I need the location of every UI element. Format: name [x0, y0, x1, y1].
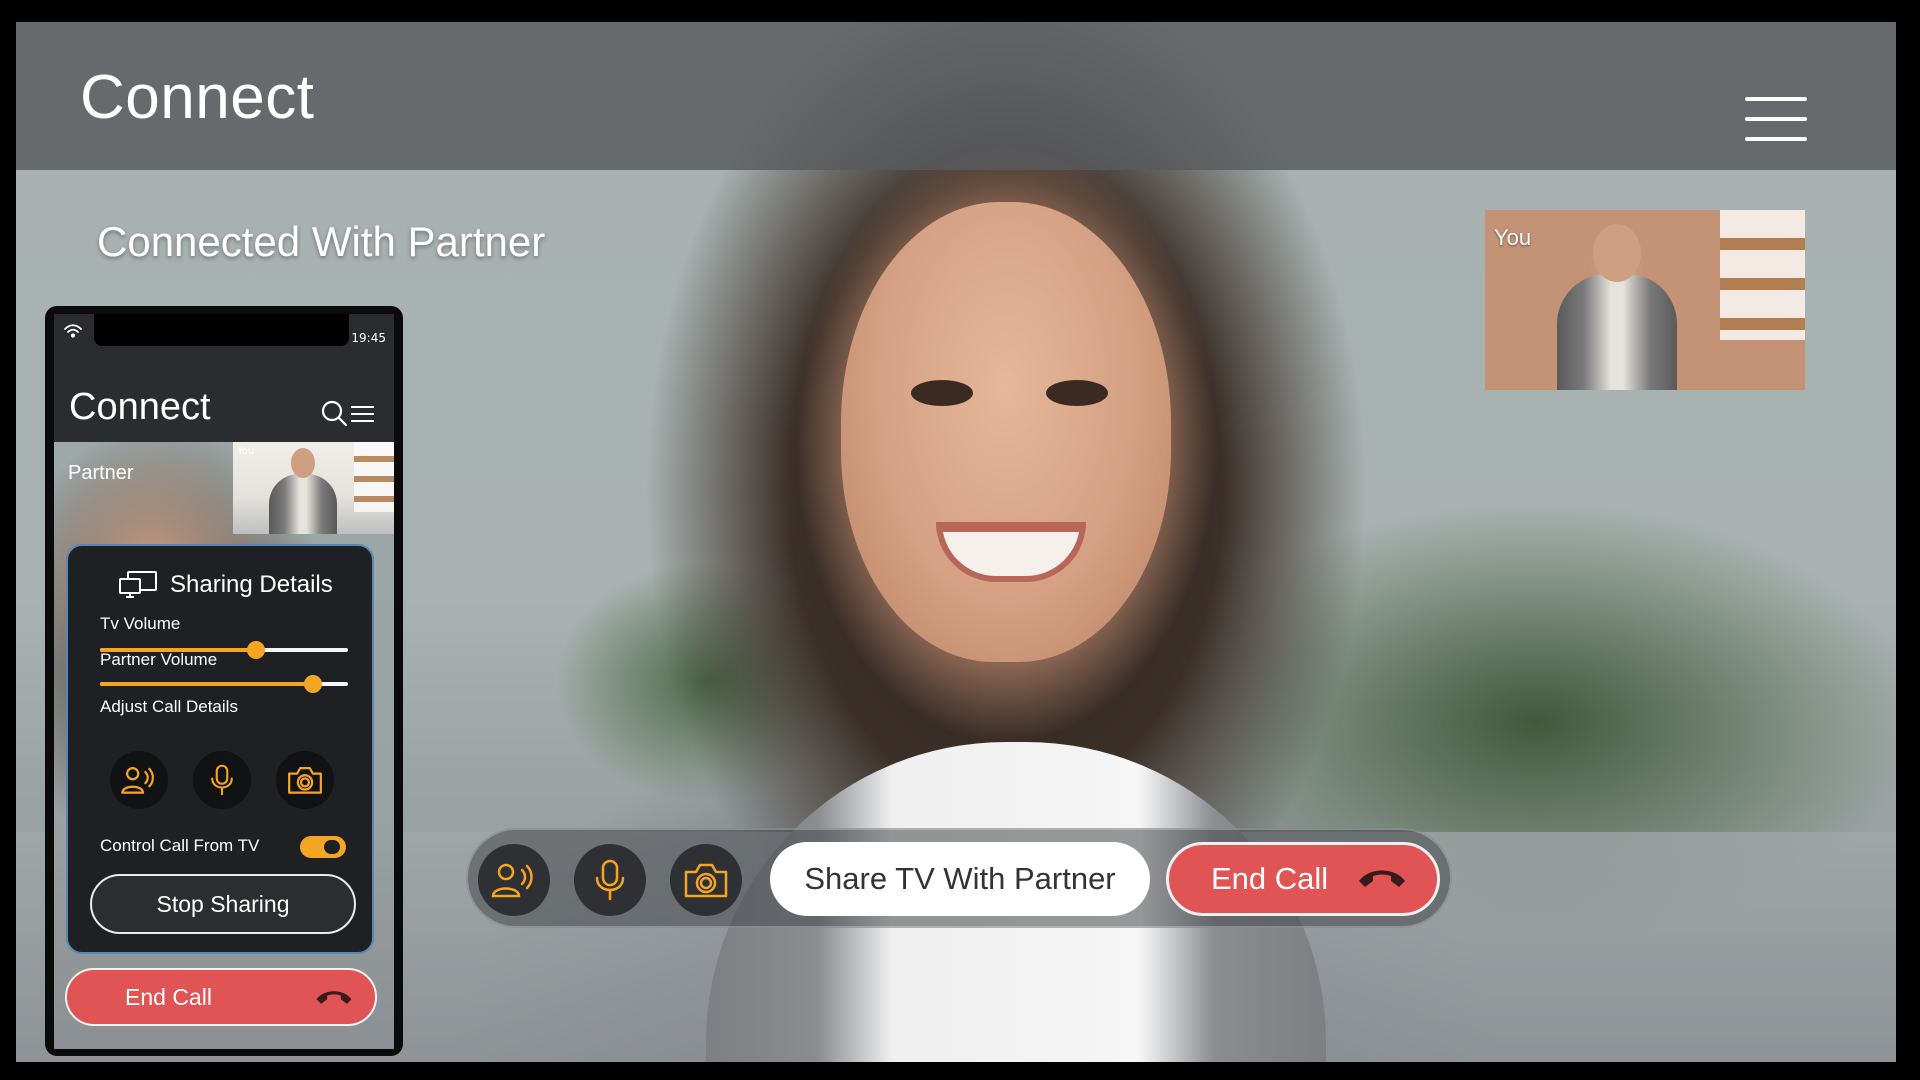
partner-right-eye [1046, 380, 1108, 406]
sharing-details-panel: Sharing Details Tv Volume Partner Volume… [66, 544, 374, 954]
phone-self-label: You [237, 446, 255, 457]
partner-volume-fill [100, 682, 314, 686]
panel-title: Sharing Details [170, 571, 333, 598]
phone-speaker-button[interactable] [110, 751, 168, 809]
self-face [1593, 224, 1641, 282]
phone-end-call-button[interactable]: End Call [65, 968, 377, 1026]
hang-up-icon [1359, 870, 1405, 887]
tv-volume-knob[interactable] [247, 641, 266, 659]
screen-share-icon [119, 571, 157, 598]
self-torso [1557, 274, 1677, 390]
partner-left-eye [911, 380, 973, 406]
control-from-tv-toggle[interactable] [300, 836, 346, 858]
partner-face [841, 202, 1171, 662]
partner-volume-slider[interactable] [100, 675, 348, 693]
phone-self-preview[interactable]: You [233, 442, 394, 534]
speaker-person-icon [491, 863, 533, 898]
self-torso [269, 474, 337, 534]
tv-volume-label: Tv Volume [100, 614, 181, 633]
microphone-icon [211, 764, 233, 796]
call-status: Connected With Partner [97, 218, 546, 265]
microphone-icon [595, 859, 625, 901]
search-icon[interactable] [320, 399, 348, 427]
adjust-call-label: Adjust Call Details [100, 697, 238, 716]
phone-end-call-label: End Call [125, 983, 212, 1010]
end-call-button[interactable]: End Call [1166, 842, 1440, 916]
phone-mockup: Partner You 19:45 Connect Sharing Detail… [45, 306, 403, 1056]
camera-button[interactable] [670, 844, 742, 916]
menu-icon[interactable] [1745, 97, 1807, 143]
partner-volume-knob[interactable] [304, 675, 323, 693]
camera-icon [288, 767, 322, 794]
phone-notch [94, 314, 349, 346]
control-from-tv-label: Control Call From TV [100, 836, 260, 855]
phone-partner-label: Partner [68, 462, 134, 484]
phone-menu-icon[interactable] [351, 406, 374, 422]
wifi-icon [64, 324, 82, 338]
self-label: You [1494, 225, 1532, 250]
background-shelf [1720, 210, 1805, 340]
phone-screen: Partner You 19:45 Connect Sharing Detail… [54, 314, 394, 1049]
stop-sharing-button[interactable]: Stop Sharing [90, 874, 356, 934]
phone-microphone-button[interactable] [193, 751, 251, 809]
hang-up-icon [316, 991, 352, 1004]
background-shelf [354, 442, 394, 512]
self-video-preview[interactable]: You [1485, 210, 1805, 390]
speaker-person-icon [121, 767, 154, 794]
phone-clock: 19:45 [351, 331, 386, 345]
speaker-button[interactable] [478, 844, 550, 916]
camera-icon [684, 863, 728, 898]
panel-header: Sharing Details [118, 568, 333, 602]
toggle-knob [324, 840, 340, 854]
end-call-label: End Call [1211, 861, 1329, 896]
phone-app-title: Connect [69, 386, 211, 428]
partner-volume-label: Partner Volume [100, 650, 218, 669]
phone-camera-button[interactable] [276, 751, 334, 809]
self-face [291, 448, 315, 478]
call-control-bar: Share TV With Partner End Call [466, 828, 1452, 928]
share-tv-button[interactable]: Share TV With Partner [770, 842, 1150, 916]
microphone-button[interactable] [574, 844, 646, 916]
app-title: Connect [80, 63, 315, 132]
